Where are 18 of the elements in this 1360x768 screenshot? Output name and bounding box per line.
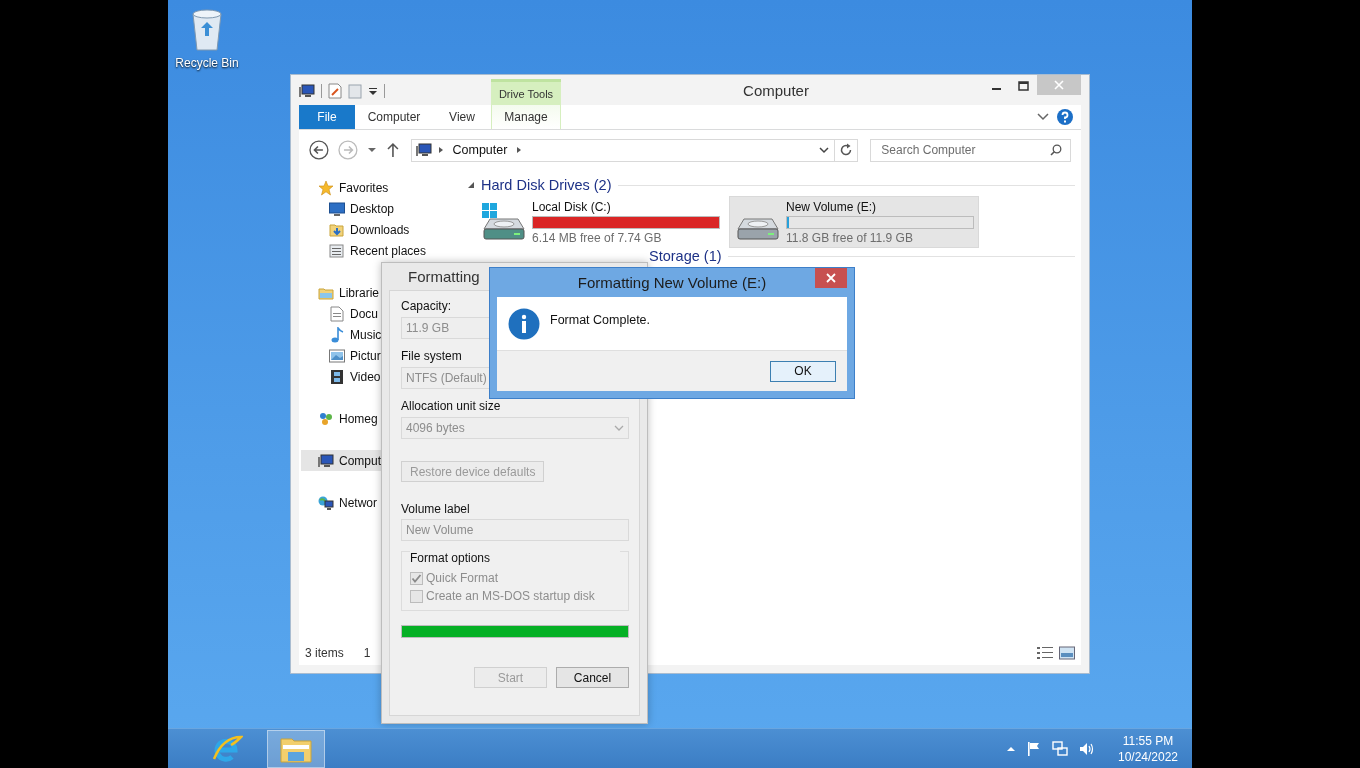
dialog-title: Formatting (408, 268, 480, 285)
window-title: Computer (742, 81, 810, 99)
free-space-text: 11.8 GB free of 11.9 GB (786, 230, 914, 245)
item-count: 3 items (305, 646, 344, 660)
group-label: Format options (410, 551, 620, 565)
checkbox-label: Create an MS-DOS startup disk (426, 589, 595, 603)
message-text: Format Complete. (550, 312, 651, 327)
drive-name: New Volume (E:) (786, 199, 878, 214)
field-label: File system (401, 349, 463, 363)
field-label: Volume label (401, 502, 471, 516)
selection-count: 1 (363, 646, 371, 660)
dialog-title: Formatting New Volume (E:) (577, 274, 767, 291)
contextual-tab-group: Drive Tools (491, 79, 561, 105)
drive-name: Local Disk (C:) (532, 199, 612, 214)
field-label: Capacity: (401, 299, 453, 313)
free-space-text: 6.14 MB free of 7.74 GB (532, 230, 663, 245)
checkbox-label: Quick Format (426, 571, 498, 585)
field-label: Allocation unit size (401, 399, 502, 413)
